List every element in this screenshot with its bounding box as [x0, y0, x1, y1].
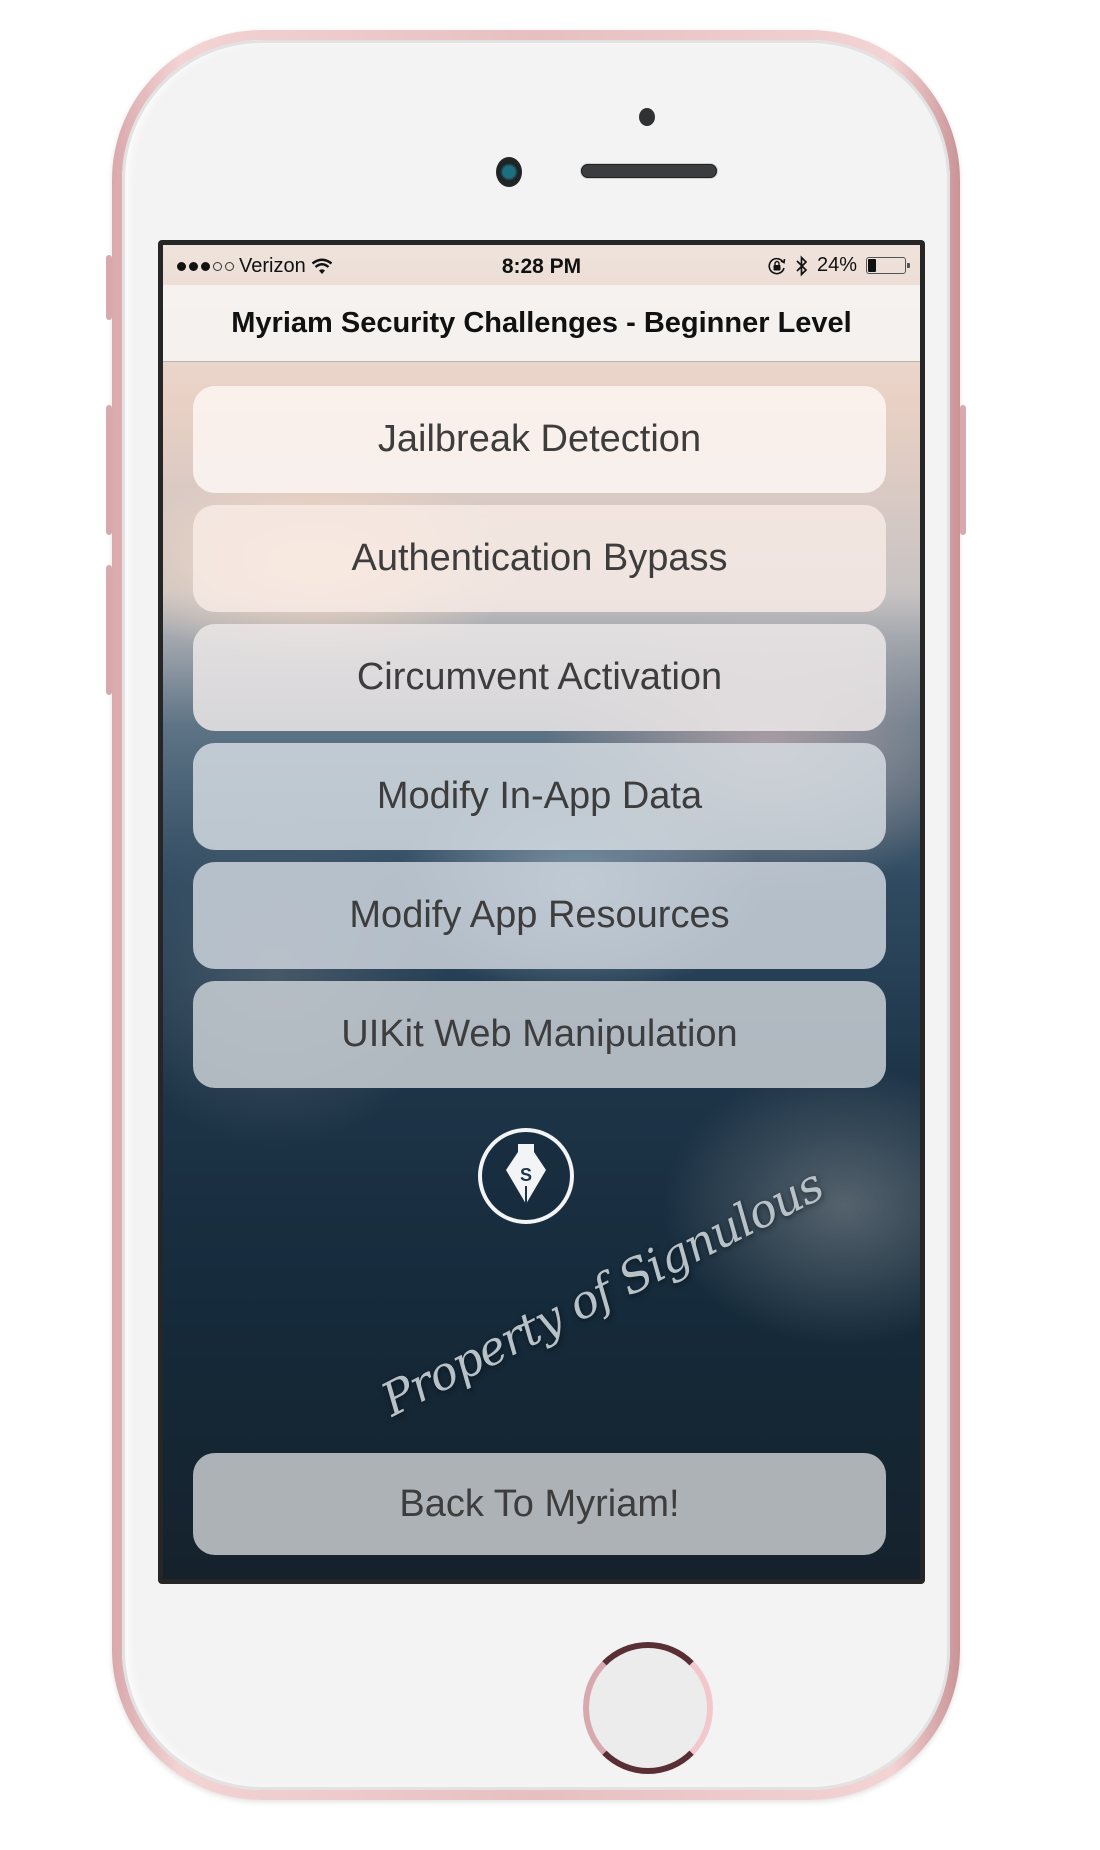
app-background: Verizon 8:28 PM 24% Myriam Security Chal… — [163, 245, 920, 1579]
pen-nib-logo-icon: S — [478, 1128, 574, 1224]
back-to-myriam-button[interactable]: Back To Myriam! — [193, 1453, 886, 1555]
watermark-text: Property of Signulous — [372, 1157, 832, 1427]
uikit-web-manipulation-button[interactable]: UIKit Web Manipulation — [193, 981, 886, 1088]
logo-letter: S — [520, 1165, 532, 1185]
page-title: Myriam Security Challenges - Beginner Le… — [231, 307, 852, 339]
battery-nub — [907, 263, 910, 268]
phone-screen: Verizon 8:28 PM 24% Myriam Security Chal… — [158, 240, 925, 1584]
battery-level-fill — [868, 259, 877, 272]
home-button[interactable] — [583, 1642, 713, 1774]
modify-app-resources-button[interactable]: Modify App Resources — [193, 862, 886, 969]
modify-in-app-data-button[interactable]: Modify In-App Data — [193, 743, 886, 850]
front-camera-icon — [496, 157, 522, 187]
authentication-bypass-button[interactable]: Authentication Bypass — [193, 505, 886, 612]
jailbreak-detection-button[interactable]: Jailbreak Detection — [193, 386, 886, 493]
mute-switch[interactable] — [106, 255, 112, 320]
nav-header: Myriam Security Challenges - Beginner Le… — [163, 285, 920, 362]
volume-up-button[interactable] — [106, 405, 112, 535]
battery-icon — [866, 257, 910, 274]
volume-down-button[interactable] — [106, 565, 112, 695]
circumvent-activation-button[interactable]: Circumvent Activation — [193, 624, 886, 731]
challenge-menu: Jailbreak Detection Authentication Bypas… — [193, 386, 886, 1100]
status-bar: Verizon 8:28 PM 24% — [163, 245, 920, 285]
power-button[interactable] — [960, 405, 966, 535]
battery-percent: 24% — [816, 254, 857, 276]
earpiece-speaker — [581, 164, 717, 178]
bluetooth-icon — [796, 254, 808, 277]
status-right: 24% — [767, 254, 910, 277]
proximity-sensor — [639, 108, 655, 126]
orientation-lock-icon — [768, 257, 786, 274]
